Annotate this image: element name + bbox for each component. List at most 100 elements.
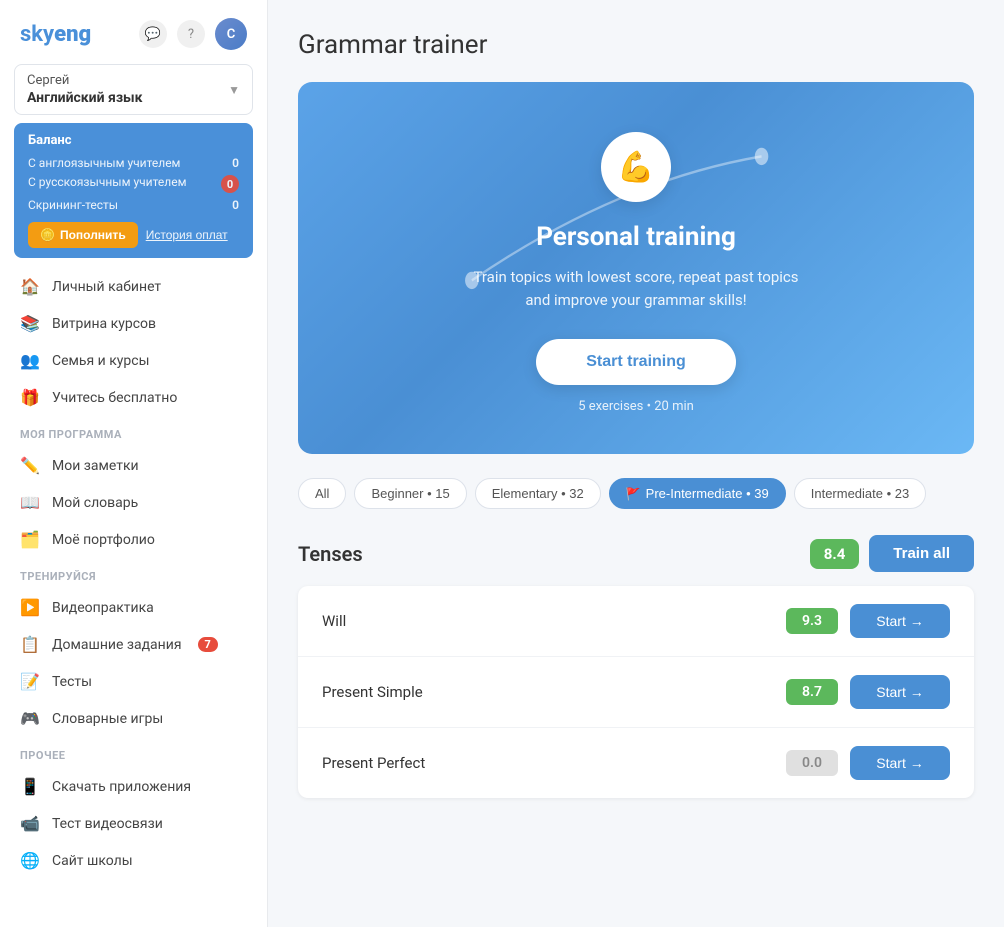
filter-beginner[interactable]: Beginner • 15 bbox=[354, 478, 466, 509]
main-content: Grammar trainer 💪 Personal training Trai… bbox=[268, 0, 1004, 927]
flag-icon: 🚩 bbox=[626, 487, 641, 501]
train-nav: ▶️ Видеопрактика 📋 Домашние задания 7 📝 … bbox=[0, 589, 267, 737]
hero-subtitle-line2: and improve your grammar skills! bbox=[525, 291, 746, 309]
chat-icon[interactable]: 💬 bbox=[139, 20, 167, 48]
user-name: Сергей bbox=[27, 73, 143, 88]
other-nav: 📱 Скачать приложения 📹 Тест видеосвязи 🌐… bbox=[0, 768, 267, 879]
hero-emoji: 💪 bbox=[601, 132, 671, 202]
dictionary-icon: 📖 bbox=[20, 493, 40, 512]
start-topic-button[interactable]: Start → bbox=[850, 746, 950, 780]
topic-right: 9.3 Start → bbox=[786, 604, 950, 638]
sidebar-item-label: Словарные игры bbox=[52, 711, 163, 727]
train-all-button[interactable]: Train all bbox=[869, 535, 974, 572]
sidebar-item-homework[interactable]: 📋 Домашние задания 7 bbox=[0, 626, 267, 663]
logo-sky: sky bbox=[20, 22, 54, 47]
sidebar-item-label: Учитесь бесплатно bbox=[52, 390, 177, 406]
filter-tabs: All Beginner • 15 Elementary • 32 🚩 Pre-… bbox=[298, 478, 974, 509]
portfolio-icon: 🗂️ bbox=[20, 530, 40, 549]
payment-history-button[interactable]: История оплат bbox=[146, 222, 228, 248]
balance-label-screening: Скрининг-тесты bbox=[28, 198, 118, 212]
hero-subtitle: Train topics with lowest score, repeat p… bbox=[328, 266, 944, 311]
balance-label-english: С англоязычным учителем bbox=[28, 156, 180, 170]
sidebar-item-label: Домашние задания bbox=[52, 637, 182, 653]
topic-name: Present Perfect bbox=[322, 754, 786, 772]
page-title: Grammar trainer bbox=[298, 30, 974, 60]
sidebar-item-apps[interactable]: 📱 Скачать приложения bbox=[0, 768, 267, 805]
sidebar-item-school[interactable]: 🌐 Сайт школы bbox=[0, 842, 267, 879]
header-icons: 💬 ? С bbox=[139, 18, 247, 50]
apps-icon: 📱 bbox=[20, 777, 40, 796]
filter-pre-intermediate[interactable]: 🚩 Pre-Intermediate • 39 bbox=[609, 478, 786, 509]
hero-subtitle-line1: Train topics with lowest score, repeat p… bbox=[473, 268, 798, 286]
balance-actions: 🪙 Пополнить История оплат bbox=[28, 222, 239, 248]
family-icon: 👥 bbox=[20, 351, 40, 370]
school-icon: 🌐 bbox=[20, 851, 40, 870]
balance-label-russian: С русскоязычным учителем bbox=[28, 175, 186, 193]
coin-icon: 🪙 bbox=[40, 228, 55, 242]
topic-right: 0.0 Start → bbox=[786, 746, 950, 780]
sidebar-item-free[interactable]: 🎁 Учитесь бесплатно bbox=[0, 379, 267, 416]
balance-badge-russian: 0 bbox=[221, 175, 239, 193]
table-row: Present Perfect 0.0 Start → bbox=[298, 728, 974, 798]
sidebar-item-wordgames[interactable]: 🎮 Словарные игры bbox=[0, 700, 267, 737]
logo-eng: eng bbox=[54, 22, 91, 47]
user-course: Английский язык bbox=[27, 90, 143, 106]
app-logo: skyeng bbox=[20, 22, 91, 47]
sidebar-item-label: Семья и курсы bbox=[52, 353, 149, 369]
start-topic-button[interactable]: Start → bbox=[850, 604, 950, 638]
topic-name: Will bbox=[322, 612, 786, 630]
sidebar-item-label: Скачать приложения bbox=[52, 779, 191, 795]
replenish-button[interactable]: 🪙 Пополнить bbox=[28, 222, 138, 248]
sidebar-item-label: Тест видеосвязи bbox=[52, 816, 163, 832]
filter-all[interactable]: All bbox=[298, 478, 346, 509]
topic-name: Present Simple bbox=[322, 683, 786, 701]
topic-right: 8.7 Start → bbox=[786, 675, 950, 709]
replenish-label: Пополнить bbox=[60, 228, 126, 242]
homework-icon: 📋 bbox=[20, 635, 40, 654]
avatar[interactable]: С bbox=[215, 18, 247, 50]
sidebar-item-family[interactable]: 👥 Семья и курсы bbox=[0, 342, 267, 379]
sidebar-item-label: Тесты bbox=[52, 674, 92, 690]
section-title: Tenses bbox=[298, 542, 363, 566]
muscle-icon: 💪 bbox=[617, 150, 654, 185]
video-practice-icon: ▶️ bbox=[20, 598, 40, 617]
topics-table: Will 9.3 Start → Present Simple 8.7 Star… bbox=[298, 586, 974, 798]
hero-meta: 5 exercises • 20 min bbox=[328, 399, 944, 414]
sidebar-item-cabinet[interactable]: 🏠 Личный кабинет bbox=[0, 268, 267, 305]
sidebar-item-portfolio[interactable]: 🗂️ Моё портфолио bbox=[0, 521, 267, 558]
games-icon: 🎮 bbox=[20, 709, 40, 728]
balance-title: Баланс bbox=[28, 133, 239, 148]
my-program-nav: ✏️ Мои заметки 📖 Мой словарь 🗂️ Моё порт… bbox=[0, 447, 267, 558]
balance-value-screening: 0 bbox=[232, 198, 239, 212]
tests-icon: 📝 bbox=[20, 672, 40, 691]
start-training-button[interactable]: Start training bbox=[536, 339, 736, 385]
sidebar-item-videopractice[interactable]: ▶️ Видеопрактика bbox=[0, 589, 267, 626]
main-nav: 🏠 Личный кабинет 📚 Витрина курсов 👥 Семь… bbox=[0, 268, 267, 416]
sidebar-item-label: Видеопрактика bbox=[52, 600, 154, 616]
hero-card: 💪 Personal training Train topics with lo… bbox=[298, 82, 974, 454]
balance-row-screening: Скрининг-тесты 0 bbox=[28, 198, 239, 212]
table-row: Present Simple 8.7 Start → bbox=[298, 657, 974, 728]
filter-intermediate[interactable]: Intermediate • 23 bbox=[794, 478, 927, 509]
section-score-badge: 8.4 bbox=[810, 539, 860, 569]
start-topic-button[interactable]: Start → bbox=[850, 675, 950, 709]
sidebar-item-dictionary[interactable]: 📖 Мой словарь bbox=[0, 484, 267, 521]
sidebar-item-videotest[interactable]: 📹 Тест видеосвязи bbox=[0, 805, 267, 842]
sidebar-item-courses[interactable]: 📚 Витрина курсов bbox=[0, 305, 267, 342]
filter-elementary[interactable]: Elementary • 32 bbox=[475, 478, 601, 509]
section-header: Tenses 8.4 Train all bbox=[298, 535, 974, 572]
sidebar-item-tests[interactable]: 📝 Тесты bbox=[0, 663, 267, 700]
sidebar-item-label: Моё портфолио bbox=[52, 532, 155, 548]
sidebar-item-label: Витрина курсов bbox=[52, 316, 156, 332]
homework-badge: 7 bbox=[198, 637, 218, 652]
topic-score: 9.3 bbox=[786, 608, 838, 634]
balance-row-english: С англоязычным учителем 0 bbox=[28, 156, 239, 170]
sidebar-item-label: Личный кабинет bbox=[52, 279, 161, 295]
help-icon[interactable]: ? bbox=[177, 20, 205, 48]
hero-title: Personal training bbox=[328, 222, 944, 252]
sidebar-item-notes[interactable]: ✏️ Мои заметки bbox=[0, 447, 267, 484]
gift-icon: 🎁 bbox=[20, 388, 40, 407]
balance-value-english: 0 bbox=[232, 156, 239, 170]
filter-pre-intermediate-label: Pre-Intermediate • 39 bbox=[646, 486, 769, 501]
user-selector[interactable]: Сергей Английский язык ▼ bbox=[14, 64, 253, 115]
